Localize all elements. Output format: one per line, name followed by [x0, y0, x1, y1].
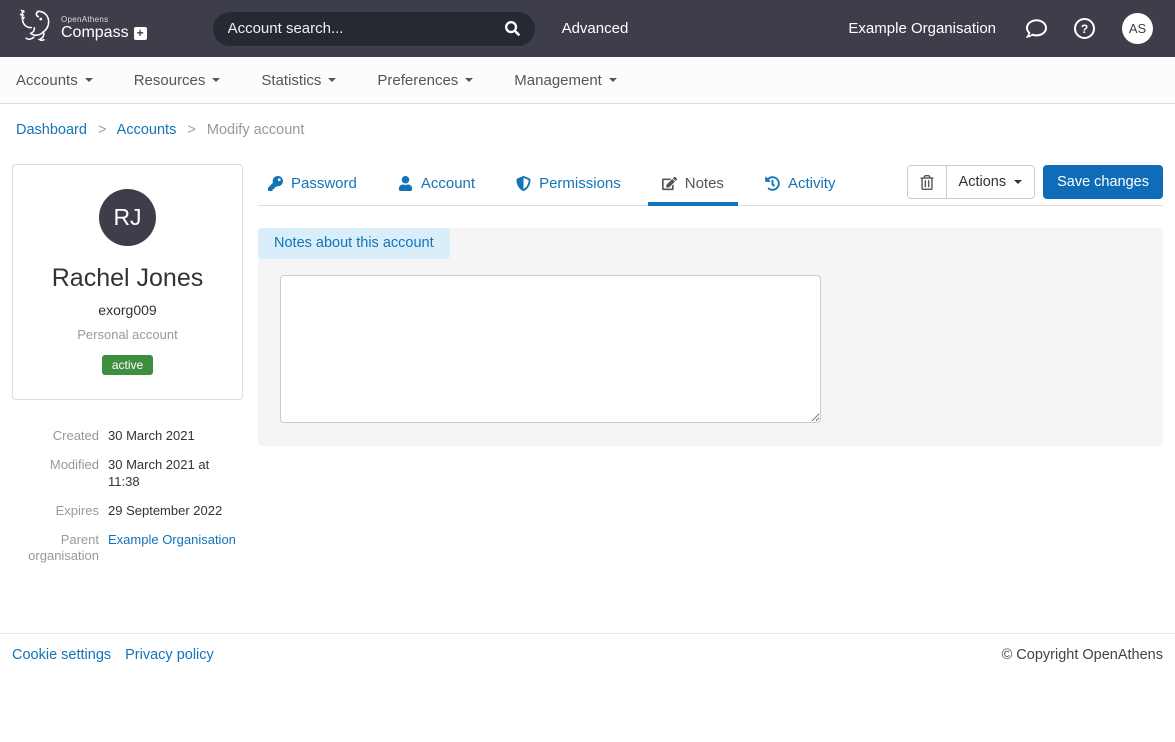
parent-organisation-link[interactable]: Example Organisation [108, 532, 236, 547]
chevron-down-icon [609, 78, 617, 82]
actions-dropdown-button[interactable]: Actions [947, 166, 1035, 198]
advanced-search-link[interactable]: Advanced [562, 20, 629, 37]
delete-account-button[interactable] [908, 166, 947, 198]
history-icon [765, 176, 780, 191]
account-search-box[interactable] [213, 12, 535, 46]
breadcrumb-current: Modify account [207, 122, 305, 138]
detail-created: Created 30 March 2021 [12, 428, 243, 444]
edit-icon [662, 176, 677, 191]
chevron-down-icon [328, 78, 336, 82]
chevron-down-icon [465, 78, 473, 82]
organisation-name: Example Organisation [848, 20, 996, 37]
tab-account[interactable]: Account [396, 164, 477, 205]
chevron-down-icon [85, 78, 93, 82]
shield-icon [516, 176, 531, 191]
help-icon[interactable]: ? [1074, 18, 1095, 39]
trash-icon [920, 175, 934, 190]
detail-expires: Expires 29 September 2022 [12, 503, 243, 519]
tab-permissions[interactable]: Permissions [514, 164, 623, 205]
owl-logo-icon [14, 5, 56, 52]
copyright-text: © Copyright OpenAthens [1002, 647, 1163, 663]
account-details: Created 30 March 2021 Modified 30 March … [12, 428, 243, 565]
save-changes-button[interactable]: Save changes [1043, 165, 1163, 199]
notes-panel: Notes about this account [258, 228, 1163, 446]
notes-panel-label: Notes about this account [258, 228, 450, 259]
top-navbar: OpenAthens Compass + Advanced Example Or… [0, 0, 1175, 57]
privacy-policy-link[interactable]: Privacy policy [125, 647, 214, 663]
profile-card: RJ Rachel Jones exorg009 Personal accoun… [12, 164, 243, 400]
key-icon [268, 176, 283, 191]
breadcrumb-accounts[interactable]: Accounts [117, 122, 177, 138]
detail-parent-organisation: Parent organisation Example Organisation [12, 532, 243, 565]
chevron-down-icon [212, 78, 220, 82]
tab-password[interactable]: Password [266, 164, 359, 205]
brand-name-bottom: Compass [61, 24, 129, 42]
breadcrumb: Dashboard > Accounts > Modify account [0, 104, 1175, 164]
breadcrumb-dashboard[interactable]: Dashboard [16, 122, 87, 138]
openathens-compass-logo[interactable]: OpenAthens Compass + [14, 5, 147, 52]
breadcrumb-separator: > [98, 122, 106, 138]
chat-bubble-icon[interactable] [1026, 18, 1047, 39]
menu-accounts[interactable]: Accounts [16, 72, 93, 89]
toolbar: Actions Save changes [907, 164, 1163, 199]
notes-textarea[interactable] [280, 275, 821, 423]
profile-avatar: RJ [99, 189, 156, 246]
menu-resources[interactable]: Resources [134, 72, 221, 89]
plus-box-icon: + [134, 27, 147, 40]
menu-statistics[interactable]: Statistics [261, 72, 336, 89]
user-icon [398, 176, 413, 191]
footer: Cookie settings Privacy policy © Copyrig… [0, 633, 1175, 676]
profile-username: exorg009 [23, 302, 232, 318]
profile-name: Rachel Jones [23, 264, 232, 293]
search-icon[interactable] [505, 21, 520, 36]
cookie-settings-link[interactable]: Cookie settings [12, 647, 111, 663]
main-menu: Accounts Resources Statistics Preference… [0, 57, 1175, 104]
user-avatar[interactable]: AS [1122, 13, 1153, 44]
menu-management[interactable]: Management [514, 72, 617, 89]
account-summary-column: RJ Rachel Jones exorg009 Personal accoun… [12, 164, 243, 578]
chevron-down-icon [1014, 180, 1022, 184]
tab-notes[interactable]: Notes [660, 164, 726, 205]
menu-preferences[interactable]: Preferences [377, 72, 473, 89]
profile-account-type: Personal account [23, 327, 232, 342]
tab-activity[interactable]: Activity [763, 164, 838, 205]
account-search-input[interactable] [228, 20, 505, 37]
account-edit-column: Password Account Permissions Notes Activ… [258, 164, 1163, 446]
breadcrumb-separator: > [187, 122, 195, 138]
detail-modified: Modified 30 March 2021 at 11:38 [12, 457, 243, 490]
tabs-row: Password Account Permissions Notes Activ… [258, 164, 1163, 206]
brand-name-top: OpenAthens [61, 15, 147, 24]
status-badge: active [102, 355, 153, 375]
